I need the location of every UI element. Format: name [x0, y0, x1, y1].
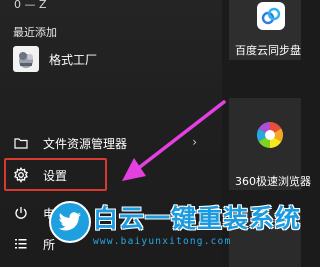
recent-app-label: 格式工厂	[49, 52, 98, 67]
list-icon	[13, 236, 29, 252]
browser-360-label: 360极速浏览器	[235, 175, 311, 188]
file-explorer-item[interactable]: 文件资源管理器 ›	[13, 131, 203, 155]
360-browser-icon	[256, 121, 284, 149]
twitter-bird-icon	[49, 201, 91, 243]
baidu-cloud-tile[interactable]: 百度云同步盘	[229, 0, 301, 60]
power-icon	[13, 205, 29, 221]
truncated-label: 0 — Z	[14, 0, 47, 11]
watermark-url: www.baiyunxitong.com	[93, 236, 232, 247]
watermark: 白云一键重装系统 www.baiyunxitong.com	[49, 199, 301, 267]
folder-icon	[13, 135, 29, 151]
format-factory-icon	[13, 46, 39, 72]
settings-highlight-box	[4, 158, 107, 191]
watermark-title: 白云一键重装系统	[93, 204, 302, 233]
recent-app-format-factory[interactable]: 格式工厂	[13, 45, 213, 73]
baidu-cloud-label: 百度云同步盘	[235, 44, 301, 57]
file-explorer-label: 文件资源管理器	[43, 136, 128, 151]
browser-360-tile[interactable]: 360极速浏览器	[229, 98, 311, 190]
recently-added-heading: 最近添加	[13, 26, 57, 39]
chevron-right-icon[interactable]: ›	[192, 135, 197, 149]
baidu-cloud-icon	[257, 2, 285, 30]
